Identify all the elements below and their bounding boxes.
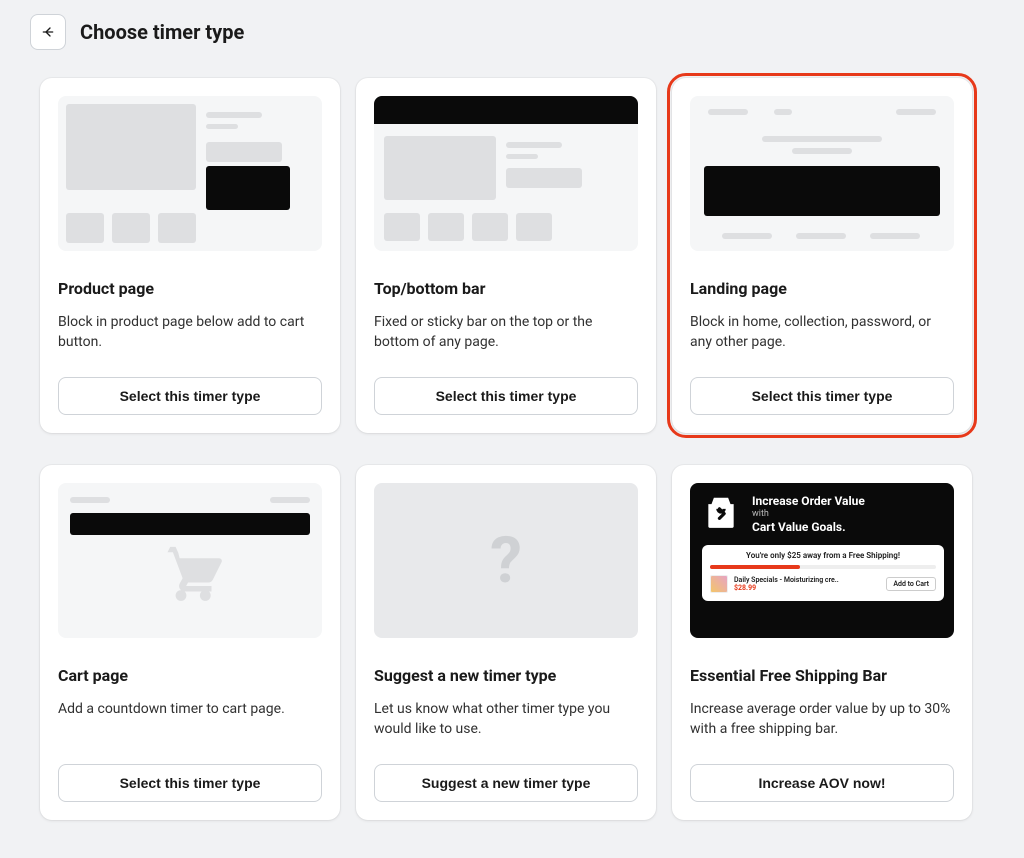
suggest-new-type-button[interactable]: Suggest a new timer type [374,764,638,802]
card-desc: Fixed or sticky bar on the top or the bo… [374,312,638,361]
promo-add-to-cart: Add to Cart [886,577,936,591]
promo-panel-msg: You're only $25 away from a Free Shippin… [710,551,936,560]
card-desc: Add a countdown timer to cart page. [58,699,322,748]
page-title: Choose timer type [80,20,244,44]
select-top-bottom-bar-button[interactable]: Select this timer type [374,377,638,415]
select-cart-page-button[interactable]: Select this timer type [58,764,322,802]
increase-aov-button[interactable]: Increase AOV now! [690,764,954,802]
card-landing-page: Landing page Block in home, collection, … [672,78,972,433]
promo-headline-1: Increase Order Value [752,493,865,509]
preview-top-bottom-bar [374,96,638,251]
cart-icon [154,539,226,615]
page-header: Choose timer type [0,0,1024,50]
card-title: Top/bottom bar [374,279,638,298]
card-desc: Block in home, collection, password, or … [690,312,954,361]
card-title: Cart page [58,666,322,685]
arrow-left-icon [40,24,56,40]
select-product-page-button[interactable]: Select this timer type [58,377,322,415]
preview-product-page [58,96,322,251]
card-title: Landing page [690,279,954,298]
card-product-page: Product page Block in product page below… [40,78,340,433]
back-button[interactable] [30,14,66,50]
promo-product-row: Daily Specials - Moisturizing cre.. $28.… [710,575,936,593]
card-title: Product page [58,279,322,298]
preview-free-shipping: Increase Order Value with Cart Value Goa… [690,483,954,638]
shopping-bag-icon [702,493,740,535]
card-title: Essential Free Shipping Bar [690,666,954,685]
preview-landing-page [690,96,954,251]
promo-headline-2: Cart Value Goals. [752,519,865,535]
card-desc: Let us know what other timer type you wo… [374,699,638,748]
card-top-bottom-bar: Top/bottom bar Fixed or sticky bar on th… [356,78,656,433]
preview-cart-page [58,483,322,638]
card-desc: Block in product page below add to cart … [58,312,322,361]
card-title: Suggest a new timer type [374,666,638,685]
card-cart-page: Cart page Add a countdown timer to cart … [40,465,340,820]
card-desc: Increase average order value by up to 30… [690,699,954,748]
promo-panel: You're only $25 away from a Free Shippin… [702,545,944,601]
promo-product-price: $28.99 [734,584,839,592]
timer-type-grid: Product page Block in product page below… [0,50,1024,848]
promo-progress-bar [710,565,936,569]
card-free-shipping-bar: Increase Order Value with Cart Value Goa… [672,465,972,820]
question-mark-icon: ? [490,523,522,598]
card-suggest-new-type: ? Suggest a new timer type Let us know w… [356,465,656,820]
promo-with: with [752,509,865,519]
promo-product-thumb [710,575,728,593]
promo-product-name: Daily Specials - Moisturizing cre.. [734,577,839,585]
select-landing-page-button[interactable]: Select this timer type [690,377,954,415]
preview-suggest: ? [374,483,638,638]
